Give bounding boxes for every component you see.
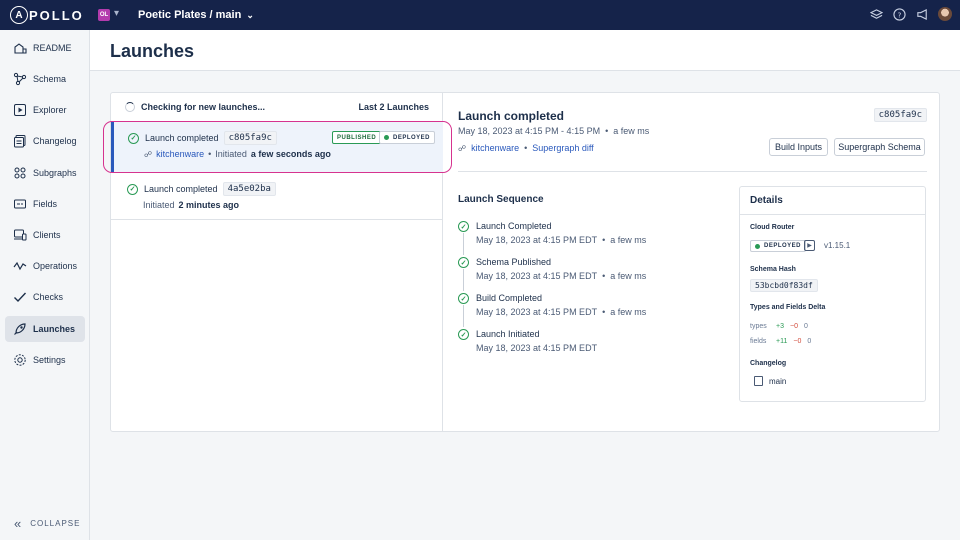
check-circle-icon: ✓ bbox=[127, 183, 138, 195]
launch-list: Checking for new launches... Last 2 Laun… bbox=[111, 93, 443, 431]
check-circle-icon: ✓ bbox=[128, 132, 139, 144]
check-circle-icon: ✓ bbox=[458, 257, 469, 268]
sidebar-item-changelog[interactable]: Changelog bbox=[5, 128, 85, 154]
play-icon[interactable]: ▶ bbox=[804, 240, 815, 251]
launch-row[interactable]: ✓ Launch completed 4a5e02ba Initiated 2 … bbox=[111, 172, 443, 220]
chevron-down-icon[interactable]: ▾ bbox=[114, 8, 119, 19]
delta-label: Types and Fields Delta bbox=[750, 304, 826, 311]
launch-hash: c805fa9c bbox=[223, 131, 277, 145]
help-icon[interactable]: ? bbox=[892, 7, 906, 21]
page-title: Launches bbox=[110, 41, 195, 61]
sidebar: README Schema Explorer Changelog Subgrap… bbox=[0, 30, 90, 540]
double-chevron-left-icon: « bbox=[14, 516, 22, 531]
readme-icon bbox=[14, 43, 27, 54]
schema-icon bbox=[13, 72, 27, 86]
sequence-title: Launch Sequence bbox=[458, 194, 544, 205]
collapse-button[interactable]: « COLLAPSE bbox=[14, 516, 80, 531]
sidebar-item-readme[interactable]: README bbox=[5, 35, 85, 61]
graph-name: Poetic Plates / main bbox=[138, 9, 242, 21]
org-avatar[interactable]: OL bbox=[98, 9, 110, 21]
schema-hash: 53bcbd0f83df bbox=[750, 279, 818, 292]
file-icon bbox=[754, 376, 763, 386]
sidebar-item-clients[interactable]: Clients bbox=[5, 222, 85, 248]
check-circle-icon: ✓ bbox=[458, 329, 469, 340]
subgraphs-icon bbox=[14, 167, 26, 179]
subgraph-link[interactable]: kitchenware bbox=[156, 149, 204, 159]
fields-icon bbox=[14, 199, 26, 209]
detail-links: ☍ kitchenware • Supergraph diff bbox=[458, 143, 594, 153]
types-delta: types +3 −0 0 bbox=[750, 323, 808, 330]
divider bbox=[458, 171, 927, 172]
polling-status: Checking for new launches... bbox=[141, 102, 266, 112]
operations-icon bbox=[13, 261, 27, 271]
changelog-item[interactable]: main bbox=[754, 376, 786, 386]
sequence-connector bbox=[463, 269, 464, 291]
supergraph-diff-link[interactable]: Supergraph diff bbox=[532, 143, 593, 153]
changelog-icon bbox=[14, 135, 26, 148]
top-bar: A POLLO OL ▾ Poetic Plates / main ⌄ ? bbox=[0, 0, 960, 30]
sidebar-item-schema[interactable]: Schema bbox=[5, 66, 85, 92]
initiated-time: a few seconds ago bbox=[250, 149, 331, 159]
initiated-prefix: Initiated bbox=[143, 200, 175, 210]
clients-icon bbox=[14, 229, 27, 241]
status-dot-icon bbox=[384, 135, 389, 140]
launches-panel: Checking for new launches... Last 2 Laun… bbox=[110, 92, 940, 432]
details-card: Details Cloud Router DEPLOYED ▶ v1.15.1 … bbox=[739, 186, 926, 402]
detail-hash: c805fa9c bbox=[873, 108, 927, 122]
sequence-connector bbox=[463, 233, 464, 255]
details-title: Details bbox=[750, 195, 783, 206]
launch-list-header: Checking for new launches... Last 2 Laun… bbox=[111, 93, 443, 121]
detail-title: Launch completed bbox=[458, 109, 565, 123]
settings-icon bbox=[14, 354, 26, 366]
sidebar-item-fields[interactable]: Fields bbox=[5, 191, 85, 217]
sidebar-item-settings[interactable]: Settings bbox=[5, 347, 85, 373]
check-circle-icon: ✓ bbox=[458, 221, 469, 232]
svg-text:?: ? bbox=[897, 10, 901, 19]
launches-icon bbox=[14, 323, 26, 335]
subgraph-link[interactable]: kitchenware bbox=[471, 143, 519, 153]
sidebar-item-subgraphs[interactable]: Subgraphs bbox=[5, 160, 85, 186]
router-version: v1.15.1 bbox=[824, 241, 851, 250]
published-badge: PUBLISHED bbox=[332, 131, 382, 144]
initiated-prefix: Initiated bbox=[215, 149, 247, 159]
subgraph-icon: ☍ bbox=[458, 143, 467, 153]
changelog-label: Changelog bbox=[750, 360, 787, 367]
status-dot-icon bbox=[755, 243, 760, 249]
launch-title: Launch completed bbox=[144, 184, 218, 194]
subgraph-icon: ☍ bbox=[144, 149, 153, 159]
deployed-badge: DEPLOYED bbox=[750, 240, 807, 252]
schema-hash-label: Schema Hash bbox=[750, 266, 796, 273]
spinner-icon bbox=[125, 102, 135, 112]
build-inputs-button[interactable]: Build Inputs bbox=[769, 138, 828, 156]
launch-title: Launch completed bbox=[145, 133, 219, 143]
detail-date: May 18, 2023 at 4:15 PM - 4:15 PM • a fe… bbox=[458, 126, 650, 136]
fields-delta: fields +11 −0 0 bbox=[750, 338, 812, 345]
deployed-badge: DEPLOYED bbox=[379, 131, 436, 144]
layers-icon[interactable] bbox=[869, 7, 883, 21]
initiated-time: 2 minutes ago bbox=[178, 200, 240, 210]
supergraph-schema-button[interactable]: Supergraph Schema bbox=[834, 138, 925, 156]
sidebar-item-launches[interactable]: Launches bbox=[5, 316, 85, 342]
launch-row-selected[interactable]: ✓ Launch completed c805fa9c PUBLISHED DE… bbox=[111, 121, 443, 172]
graph-switcher[interactable]: Poetic Plates / main ⌄ bbox=[138, 9, 254, 21]
checks-icon bbox=[14, 292, 27, 303]
sidebar-item-operations[interactable]: Operations bbox=[5, 253, 85, 279]
launch-hash: 4a5e02ba bbox=[222, 182, 276, 196]
megaphone-icon[interactable] bbox=[915, 7, 929, 21]
check-circle-icon: ✓ bbox=[458, 293, 469, 304]
apollo-logo[interactable]: A POLLO bbox=[10, 6, 84, 24]
user-avatar[interactable] bbox=[938, 7, 952, 21]
launch-detail: Launch completed c805fa9c May 18, 2023 a… bbox=[444, 93, 941, 431]
page-header: Launches bbox=[90, 30, 960, 71]
launch-count: Last 2 Launches bbox=[358, 102, 429, 112]
sidebar-item-checks[interactable]: Checks bbox=[5, 284, 85, 310]
sidebar-item-explorer[interactable]: Explorer bbox=[5, 97, 85, 123]
cloud-router-label: Cloud Router bbox=[750, 224, 795, 231]
explorer-icon bbox=[14, 104, 26, 116]
sequence-connector bbox=[463, 305, 464, 327]
chevron-down-icon: ⌄ bbox=[246, 9, 254, 20]
